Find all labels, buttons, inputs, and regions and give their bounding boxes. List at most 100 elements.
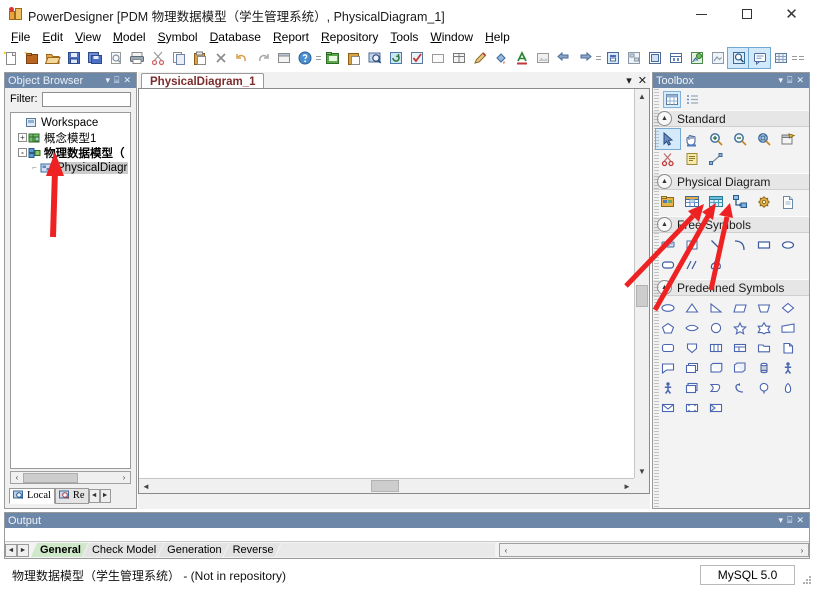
free-symbols-group-header[interactable]: ▲ Free Symbols [653, 216, 809, 233]
output-hscroll-right[interactable]: › [796, 546, 808, 555]
sym-trapezoid-icon[interactable] [752, 298, 776, 318]
menu-repository[interactable]: Repository [315, 29, 384, 45]
toolbox-scroll-strip[interactable] [654, 89, 659, 507]
filter-input[interactable] [42, 92, 132, 107]
browser-hscroll-left[interactable]: ‹ [11, 472, 23, 483]
file-icon[interactable] [776, 192, 800, 212]
sym-actor-icon[interactable] [776, 358, 800, 378]
view-4-icon[interactable] [665, 48, 686, 68]
note-icon[interactable] [680, 149, 704, 169]
sym-document-icon[interactable] [776, 338, 800, 358]
browser-close-icon[interactable]: ✕ [121, 75, 133, 86]
properties-icon[interactable] [273, 48, 294, 68]
grabber-icon[interactable] [680, 129, 704, 149]
free-rect-icon[interactable] [752, 235, 776, 255]
free-polygon-icon[interactable] [704, 255, 728, 275]
diagram-hscrollbar[interactable]: ◄ ► [139, 478, 634, 493]
diagram-vscrollbar[interactable]: ▲ ▼ [634, 89, 649, 478]
standard-group-header[interactable]: ▲ Standard [653, 110, 809, 127]
sym-parallelogram-icon[interactable] [728, 298, 752, 318]
delete-icon[interactable] [210, 48, 231, 68]
sym-screen-icon[interactable] [680, 398, 704, 418]
free-symbols-collapse-icon[interactable]: ▲ [657, 217, 672, 232]
sym-triangle-icon[interactable] [680, 298, 704, 318]
browser-tab-prev[interactable]: ◄ [89, 489, 100, 503]
toolbox-dropdown-icon[interactable]: ▾ [777, 75, 786, 86]
new-package-icon[interactable] [322, 48, 343, 68]
free-round-rect-icon[interactable] [656, 255, 680, 275]
paste-icon[interactable] [189, 48, 210, 68]
zoom-in-icon[interactable] [704, 129, 728, 149]
sym-lens-icon[interactable] [680, 318, 704, 338]
prev-icon[interactable] [553, 48, 574, 68]
image-icon[interactable] [532, 48, 553, 68]
menu-report[interactable]: Report [267, 29, 315, 45]
link-icon[interactable] [704, 149, 728, 169]
browser-tab-local[interactable]: Local [9, 488, 55, 504]
sym-monitor-icon[interactable] [704, 398, 728, 418]
sym-bent-arrow-icon[interactable] [728, 378, 752, 398]
refresh-icon[interactable] [385, 48, 406, 68]
minimize-button[interactable] [679, 0, 724, 28]
view-2-icon[interactable] [623, 48, 644, 68]
tree-node-pdm[interactable]: - 物理数据模型（ [11, 145, 130, 160]
tree-node-cdm[interactable]: + 概念模型1 [11, 130, 130, 145]
sym-ellipse-icon[interactable] [656, 298, 680, 318]
toolbox-close-icon[interactable]: ✕ [794, 75, 806, 86]
zoom-area-icon[interactable] [752, 129, 776, 149]
free-arc-icon[interactable] [728, 235, 752, 255]
tree-node-workspace[interactable]: Workspace [11, 113, 130, 130]
diagram-vscroll-thumb[interactable] [636, 285, 648, 307]
output-tab-reverse[interactable]: Reverse [224, 543, 281, 557]
sym-table-icon[interactable] [728, 338, 752, 358]
toolbar-grip-3[interactable] [791, 48, 798, 68]
sym-windows-icon[interactable] [680, 378, 704, 398]
save-icon[interactable] [63, 48, 84, 68]
open-icon[interactable] [42, 48, 63, 68]
maximize-button[interactable] [724, 0, 769, 28]
menu-window[interactable]: Window [424, 29, 479, 45]
physical-diagram-collapse-icon[interactable]: ▲ [657, 174, 672, 189]
save-all-icon[interactable] [84, 48, 105, 68]
menu-symbol[interactable]: Symbol [152, 29, 204, 45]
fill-color-icon[interactable] [490, 48, 511, 68]
sym-right-triangle-icon[interactable] [704, 298, 728, 318]
sym-cylinder-icon[interactable] [752, 358, 776, 378]
free-line-icon[interactable] [704, 235, 728, 255]
browser-tree[interactable]: Workspace + 概念模型1 - 物理数据模型（ ⌐ [10, 112, 131, 469]
sym-callout-icon[interactable] [656, 358, 680, 378]
view-3-icon[interactable] [644, 48, 665, 68]
menu-view[interactable]: View [69, 29, 107, 45]
sym-shield-icon[interactable] [680, 338, 704, 358]
blank-icon[interactable] [427, 48, 448, 68]
comment-icon[interactable] [749, 48, 770, 68]
output-dropdown-icon[interactable]: ▾ [777, 515, 786, 526]
table-icon[interactable] [680, 192, 704, 212]
free-polyline-icon[interactable] [680, 255, 704, 275]
zoom-out-icon[interactable] [728, 129, 752, 149]
procedure-icon[interactable] [752, 192, 776, 212]
sym-diamond-icon[interactable] [776, 298, 800, 318]
toolbar-grip-2[interactable] [595, 48, 602, 68]
free-text-icon[interactable] [680, 235, 704, 255]
sym-cube-icon[interactable] [704, 358, 728, 378]
output-tab-prev[interactable]: ◄ [5, 544, 17, 557]
sym-star6-icon[interactable] [752, 318, 776, 338]
menu-edit[interactable]: Edit [36, 29, 69, 45]
toolbar-grip-4[interactable] [798, 48, 805, 68]
diagram-tab-close-icon[interactable]: ✕ [638, 74, 647, 87]
sym-pentagon-icon[interactable] [656, 318, 680, 338]
diagram-hscroll-left[interactable]: ◄ [139, 479, 153, 493]
pencil-icon[interactable] [469, 48, 490, 68]
standard-collapse-icon[interactable]: ▲ [657, 111, 672, 126]
menu-model[interactable]: Model [107, 29, 152, 45]
browser-tab-next[interactable]: ► [100, 489, 111, 503]
free-ellipse-icon[interactable] [776, 235, 800, 255]
predefined-symbols-collapse-icon[interactable]: ▲ [657, 280, 672, 295]
output-hscroll-left[interactable]: ‹ [500, 546, 512, 555]
help-icon[interactable] [294, 48, 315, 68]
package-icon[interactable] [656, 192, 680, 212]
sym-circle-icon[interactable] [704, 318, 728, 338]
view-icon[interactable] [704, 192, 728, 212]
sym-envelope-icon[interactable] [656, 398, 680, 418]
